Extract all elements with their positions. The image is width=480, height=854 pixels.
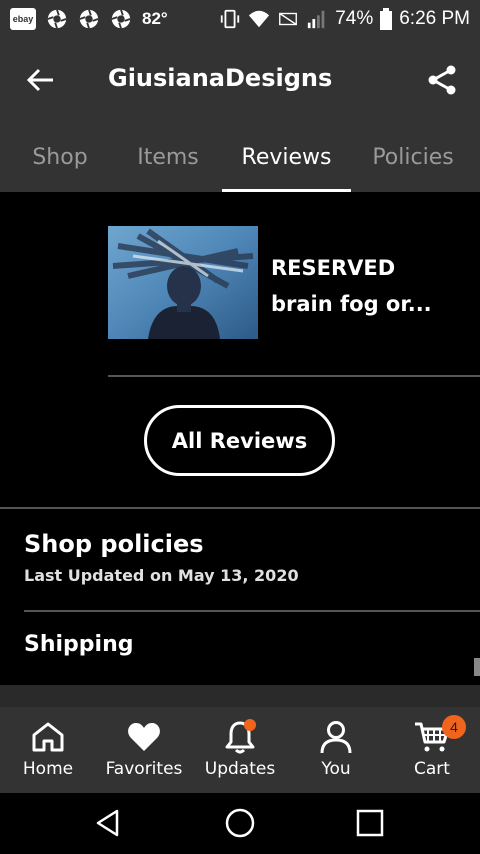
- share-button[interactable]: [422, 60, 462, 100]
- tab-items[interactable]: Items: [110, 122, 226, 192]
- aperture-icon: [111, 9, 131, 29]
- shipping-section[interactable]: Shipping: [24, 632, 134, 657]
- nav-cart-label: Cart: [414, 759, 450, 779]
- ebay-notification-icon: ebay: [10, 8, 36, 30]
- home-icon: [32, 722, 64, 752]
- listing-title-line1: RESERVED: [271, 256, 396, 280]
- wifi-icon: [249, 10, 270, 28]
- system-back-button[interactable]: [86, 803, 130, 843]
- tab-reviews[interactable]: Reviews: [222, 122, 351, 192]
- shop-policies-heading: Shop policies: [24, 530, 204, 558]
- scrollbar[interactable]: [474, 658, 480, 676]
- system-home-button[interactable]: [218, 803, 262, 843]
- square-recents-icon: [356, 809, 384, 837]
- nav-home[interactable]: Home: [0, 707, 96, 793]
- user-icon: [320, 721, 352, 754]
- triangle-back-icon: [96, 809, 119, 837]
- aperture-icon: [47, 9, 67, 29]
- status-bar: ebay 82° 74% 6:26 PM: [0, 0, 480, 38]
- system-recents-button[interactable]: [348, 803, 392, 843]
- nav-favorites[interactable]: Favorites: [96, 707, 192, 793]
- no-sim-icon: [279, 12, 298, 26]
- app-header: GiusianaDesigns: [0, 38, 480, 122]
- nav-you-label: You: [321, 759, 351, 779]
- battery-icon: [380, 8, 393, 30]
- back-button[interactable]: [22, 62, 60, 98]
- shop-tabs: Shop Items Reviews Policies: [0, 122, 480, 192]
- nav-you[interactable]: You: [288, 707, 384, 793]
- circle-home-icon: [225, 808, 255, 838]
- nav-updates-label: Updates: [204, 759, 276, 779]
- aperture-icon: [79, 9, 99, 29]
- tab-policies[interactable]: Policies: [356, 122, 470, 192]
- system-nav-bar: [0, 793, 480, 854]
- nav-favorites-label: Favorites: [105, 759, 183, 779]
- all-reviews-button[interactable]: All Reviews: [144, 405, 335, 476]
- bottom-nav: Home Favorites Updates You 4 Cart: [0, 707, 480, 793]
- content-bottom-band: [0, 685, 480, 707]
- vibrate-icon: [221, 9, 240, 29]
- signal-icon: [308, 10, 325, 29]
- policies-updated-date: Last Updated on May 13, 2020: [24, 566, 299, 585]
- listing-thumbnail[interactable]: [108, 226, 258, 339]
- temperature: 82°: [142, 9, 168, 28]
- listing-title-line2: brain fog or...: [271, 292, 432, 316]
- active-tab-indicator: [222, 189, 351, 192]
- nav-home-label: Home: [22, 759, 74, 779]
- arrow-left-icon: [27, 68, 53, 92]
- updates-notification-dot: [244, 719, 256, 731]
- clock: 6:26 PM: [399, 8, 470, 29]
- tab-shop[interactable]: Shop: [0, 122, 120, 192]
- divider: [108, 375, 480, 377]
- nav-cart[interactable]: 4 Cart: [384, 707, 480, 793]
- divider: [0, 507, 480, 509]
- divider: [24, 610, 480, 612]
- painting-image: [108, 226, 258, 339]
- heart-icon: [128, 723, 160, 751]
- shop-title: GiusianaDesigns: [108, 64, 333, 92]
- listing-title[interactable]: RESERVED brain fog or...: [271, 250, 471, 322]
- share-icon: [428, 65, 456, 95]
- battery-percent: 74%: [335, 8, 374, 29]
- cart-count-badge: 4: [442, 715, 466, 739]
- nav-updates[interactable]: Updates: [192, 707, 288, 793]
